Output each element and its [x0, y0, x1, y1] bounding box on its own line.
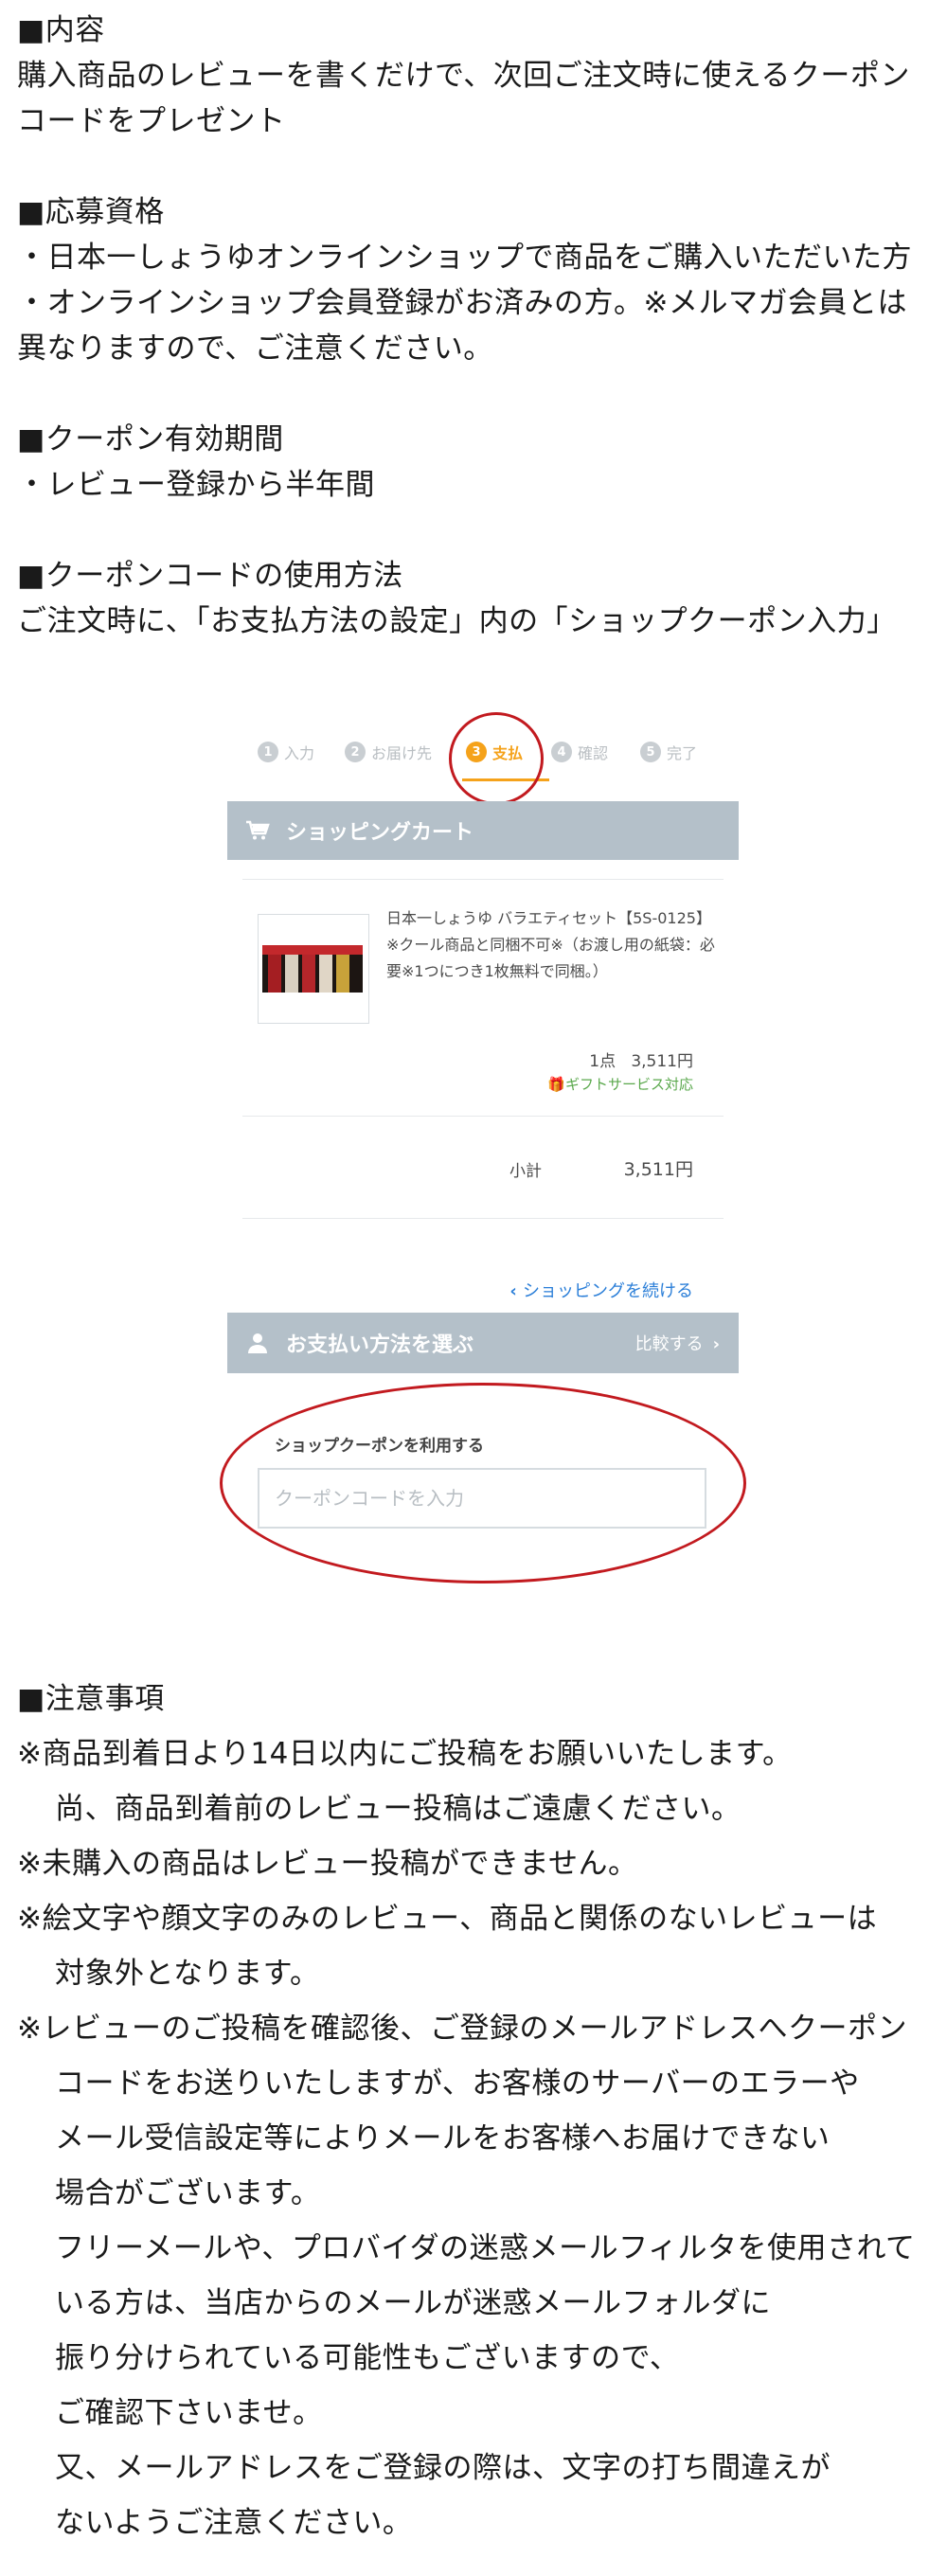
step-label: お届け先 [371, 744, 433, 762]
highlight-oval-coupon [220, 1383, 746, 1583]
notes-line: 振り分けられている可能性もございますので、 [55, 2341, 680, 2375]
notes-line: 又、メールアドレスをご登録の際は、文字の打ち間違えが [55, 2451, 831, 2485]
step-label: 完了 [667, 744, 698, 762]
cart-header[interactable]: ショッピングカート [227, 801, 739, 860]
notes-line: ないようご注意ください。 [55, 2506, 413, 2540]
step-delivery[interactable]: 2 お届け先 [345, 741, 432, 763]
validity-line: ・レビュー登録から半年間 [17, 468, 375, 502]
gift-icon: 🎁 [547, 1076, 565, 1093]
divider [242, 1218, 724, 1219]
step-input[interactable]: 1 入力 [258, 741, 314, 763]
step-number: 2 [345, 742, 366, 762]
notes-line: ※商品到着日より14日以内にご投稿をお願いいたします。 [17, 1737, 793, 1771]
chevron-right-icon: › [712, 1334, 720, 1354]
eligibility-line: ・オンラインショップ会員登録がお済みの方。※メルマガ会員とは [17, 286, 907, 320]
step-label: 確認 [578, 744, 609, 762]
notes-line: ご確認下さいませ。 [55, 2396, 323, 2430]
divider [242, 1116, 724, 1117]
notes-line: フリーメールや、プロバイダの迷惑メールフィルタを使用されて [55, 2231, 916, 2265]
subtotal-label: 小計 [509, 1162, 542, 1181]
user-icon [244, 1332, 271, 1354]
step-number: 1 [258, 742, 278, 762]
product-description[interactable]: 日本一しょうゆ バラエティセット【5S-0125】 ※クール商品と同梱不可※（お… [386, 905, 718, 985]
chevron-left-icon: ‹ [509, 1281, 523, 1301]
cart-icon [244, 820, 271, 841]
notes-line: 場合がございます。 [55, 2176, 321, 2210]
product-thumbnail[interactable] [258, 914, 369, 1024]
notes-line: メール受信設定等によりメールをお客様へお届けできない [55, 2121, 831, 2156]
step-number: 5 [640, 742, 661, 762]
content-line: 購入商品のレビューを書くだけで、次回ご注文時に使えるクーポン [17, 59, 910, 93]
content-line: コードをプレゼント [17, 104, 286, 138]
compare-button[interactable]: 比較する › [635, 1331, 720, 1355]
notes-heading: ■注意事項 [17, 1682, 165, 1716]
usage-line: ご注文時に、「お支払方法の設定」内の「ショップクーポン入力」 [17, 604, 897, 638]
subtotal-value: 3,511円 [623, 1159, 693, 1180]
notes-line: ※未購入の商品はレビュー投稿ができません。 [17, 1847, 638, 1881]
content-heading: ■内容 [17, 13, 105, 47]
step-label: 入力 [284, 744, 315, 762]
notes-line: いる方は、当店からのメールが迷惑メールフォルダに [55, 2286, 771, 2320]
step-confirm[interactable]: 4 確認 [551, 741, 608, 763]
highlight-circle-step [449, 712, 544, 805]
validity-heading: ■クーポン有効期間 [17, 422, 284, 456]
cart-title: ショッピングカート [286, 821, 474, 845]
notes-line: 尚、商品到着前のレビュー投稿はご遠慮ください。 [55, 1792, 742, 1826]
eligibility-line: ・日本一しょうゆオンラインショップで商品をご購入いただいた方 [17, 241, 912, 275]
eligibility-line: 異なりますので、ご注意ください。 [17, 331, 493, 366]
payment-method-header[interactable]: お支払い方法を選ぶ 比較する › [227, 1313, 739, 1373]
step-complete[interactable]: 5 完了 [640, 741, 697, 763]
quantity-price: 1点 3,511円 [589, 1052, 693, 1071]
product-image [262, 945, 363, 993]
notes-line: ※レビューのご投稿を確認後、ご登録のメールアドレスへクーポン [17, 2012, 907, 2046]
usage-heading: ■クーポンコードの使用方法 [17, 559, 403, 593]
notes-line: 対象外となります。 [55, 1957, 320, 1991]
payment-title: お支払い方法を選ぶ [286, 1333, 474, 1357]
gift-service-badge: 🎁ギフトサービス対応 [547, 1076, 693, 1093]
notes-line: ※絵文字や顔文字のみのレビュー、商品と関係のないレビューは [17, 1902, 878, 1936]
divider [242, 879, 724, 880]
step-number: 4 [551, 742, 572, 762]
eligibility-heading: ■応募資格 [17, 195, 165, 229]
notes-line: コードをお送りいたしますが、お客様のサーバーのエラーや [55, 2066, 860, 2101]
